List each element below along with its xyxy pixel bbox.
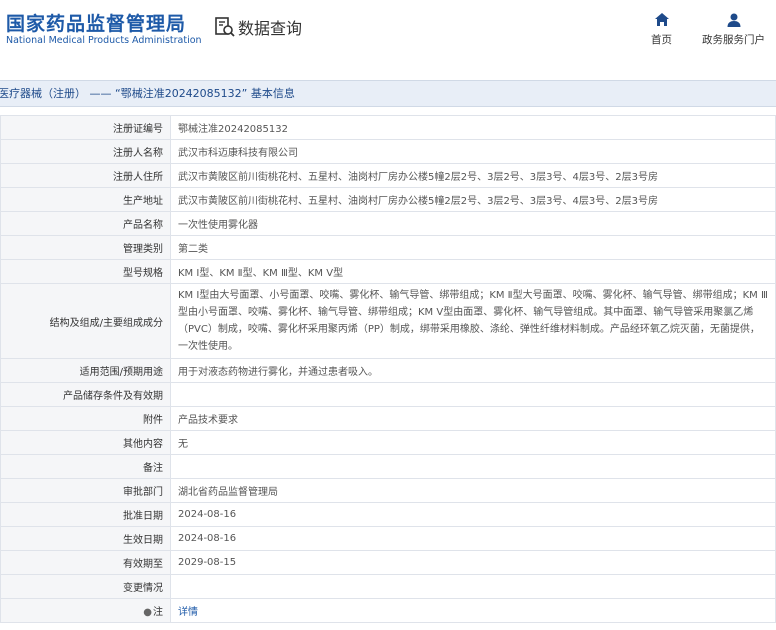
table-row: 结构及组成/主要组成成分 KM Ⅰ型由大号面罩、小号面罩、咬嘴、雾化杯、输气导管… [0,283,776,359]
row-value: 产品技术要求 [170,406,776,431]
row-value: 2024-08-16 [170,526,776,551]
row-value: 2029-08-15 [170,550,776,575]
logo-title-cn[interactable]: 国家药品监督管理局 [6,9,186,36]
table-row: 变更情况 [0,574,776,599]
table-row: 产品名称 一次性使用雾化器 [0,211,776,236]
home-icon [654,13,669,26]
bulb-icon: ● [143,607,152,618]
table-row: 审批部门 湖北省药品监督管理局 [0,478,776,503]
table-row: 注册证编号 鄂械注准20242085132 [0,115,776,140]
row-label: 审批部门 [0,478,171,503]
row-value: 武汉市科迈康科技有限公司 [170,139,776,164]
row-value: KM Ⅰ型由大号面罩、小号面罩、咬嘴、雾化杯、输气导管、绑带组成；KM Ⅱ型大号… [170,283,776,359]
row-value: 一次性使用雾化器 [170,211,776,236]
row-value: 第二类 [170,235,776,260]
site-header: 国家药品监督管理局 National Medical Products Admi… [0,0,776,62]
table-row-note: ●注 详情 [0,598,776,623]
table-row: 管理类别 第二类 [0,235,776,260]
row-value: 2024-08-16 [170,502,776,527]
table-row: 型号规格 KM Ⅰ型、KM Ⅱ型、KM Ⅲ型、KM Ⅴ型 [0,259,776,284]
table-row: 注册人名称 武汉市科迈康科技有限公司 [0,139,776,164]
note-label: 注 [153,607,163,618]
breadcrumb: 医疗器械（注册） —— “鄂械注准20242085132” 基本信息 [0,80,776,107]
document-search-icon [215,17,235,37]
row-value [170,454,776,479]
row-label: 有效期至 [0,550,171,575]
row-value: KM Ⅰ型、KM Ⅱ型、KM Ⅲ型、KM Ⅴ型 [170,259,776,284]
row-label: 附件 [0,406,171,431]
data-query-label: 数据查询 [238,19,303,38]
table-row: 批准日期 2024-08-16 [0,502,776,527]
user-icon [727,13,740,27]
table-row: 生产地址 武汉市黄陂区前川街桃花村、五星村、油岗村厂房办公楼5幢2层2号、3层2… [0,187,776,212]
row-value: 用于对液态药物进行雾化，并通过患者吸入。 [170,358,776,383]
table-row: 有效期至 2029-08-15 [0,550,776,575]
table-row: 其他内容 无 [0,430,776,455]
note-value-cell: 详情 [170,598,776,623]
data-query-heading: 数据查询 [214,15,302,39]
nav-home[interactable]: 首页 [651,12,672,47]
details-link[interactable]: 详情 [178,607,198,618]
row-label: 管理类别 [0,235,171,260]
row-value [170,574,776,599]
row-label: 产品名称 [0,211,171,236]
row-label: 批准日期 [0,502,171,527]
row-value: 鄂械注准20242085132 [170,115,776,140]
table-row: 附件 产品技术要求 [0,406,776,431]
row-value: 无 [170,430,776,455]
row-label: 生产地址 [0,187,171,212]
row-label: 产品储存条件及有效期 [0,382,171,407]
logo-title-en: National Medical Products Administration [6,35,202,46]
nav-government-portal[interactable]: 政务服务门户 [702,12,765,47]
row-value: 武汉市黄陂区前川街桃花村、五星村、油岗村厂房办公楼5幢2层2号、3层2号、3层3… [170,163,776,188]
row-label: 结构及组成/主要组成成分 [0,283,171,359]
table-row: 适用范围/预期用途 用于对液态药物进行雾化，并通过患者吸入。 [0,358,776,383]
row-label: 适用范围/预期用途 [0,358,171,383]
nav-portal-label: 政务服务门户 [702,34,765,46]
note-label-cell: ●注 [0,598,171,623]
row-label: 变更情况 [0,574,171,599]
nav-home-label: 首页 [651,34,672,46]
row-value [170,382,776,407]
row-value: 湖北省药品监督管理局 [170,478,776,503]
row-label: 其他内容 [0,430,171,455]
table-row: 生效日期 2024-08-16 [0,526,776,551]
registration-info-table: 注册证编号 鄂械注准20242085132 注册人名称 武汉市科迈康科技有限公司… [0,115,776,623]
row-label: 型号规格 [0,259,171,284]
row-label: 注册证编号 [0,115,171,140]
table-row: 注册人住所 武汉市黄陂区前川街桃花村、五星村、油岗村厂房办公楼5幢2层2号、3层… [0,163,776,188]
row-label: 生效日期 [0,526,171,551]
row-label: 备注 [0,454,171,479]
table-row: 产品储存条件及有效期 [0,382,776,407]
row-label: 注册人名称 [0,139,171,164]
table-row: 备注 [0,454,776,479]
row-label: 注册人住所 [0,163,171,188]
breadcrumb-text: 医疗器械（注册） —— “鄂械注准20242085132” 基本信息 [0,87,295,100]
row-value: 武汉市黄陂区前川街桃花村、五星村、油岗村厂房办公楼5幢2层2号、3层2号、3层3… [170,187,776,212]
